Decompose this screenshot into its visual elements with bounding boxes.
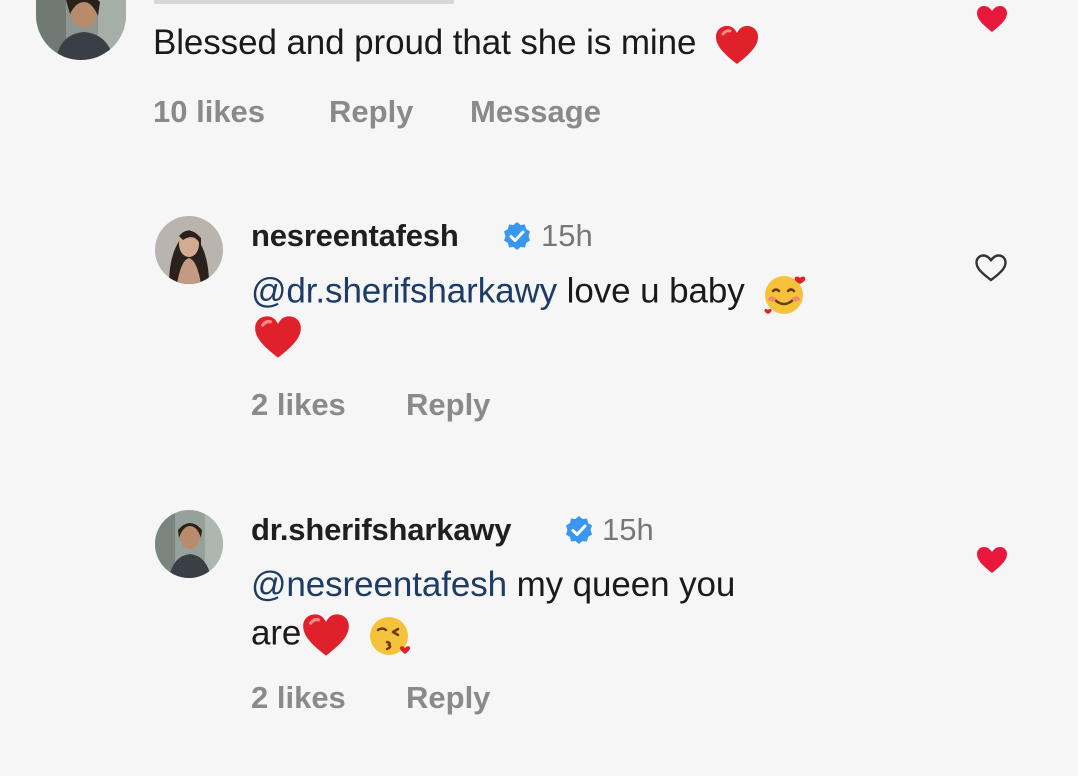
like-button[interactable] [975,4,1009,34]
avatar-photo [155,510,223,578]
likes-count[interactable]: 10 likes [153,94,265,130]
reply-button[interactable]: Reply [406,387,490,423]
heart-outline-icon [975,254,1007,282]
mention-link[interactable]: @nesreentafesh [251,565,507,604]
comment-timestamp: 15h [602,512,654,547]
reply-button[interactable]: Reply [329,94,413,130]
avatar-dr-sherifsharkawy[interactable] [36,0,126,60]
verified-badge-icon [564,515,594,545]
face-blowing-kiss-emoji [367,612,415,658]
red-heart-emoji [253,314,303,360]
comment-text: Blessed and proud that she is mine [153,22,760,66]
avatar-photo [155,216,223,284]
comment-timestamp: 15h [541,218,593,253]
comment-username[interactable]: nesreentafesh [251,218,459,254]
reply-button[interactable]: Reply [406,680,490,716]
heart-filled-icon [977,6,1007,32]
verified-badge-icon [502,221,532,251]
avatar-nesreentafesh[interactable] [155,216,223,284]
avatar-dr-sherifsharkawy[interactable] [155,510,223,578]
heart-filled-icon [977,547,1007,573]
like-button[interactable] [974,253,1008,283]
comment-body-line2: are [251,613,302,653]
smiling-face-with-hearts-emoji [760,270,810,316]
comment-text-line2: are [251,612,415,658]
comment-username[interactable]: dr.sherifsharkawy [251,512,511,548]
likes-count[interactable]: 2 likes [251,680,346,716]
red-heart-emoji [301,612,351,658]
message-button[interactable]: Message [470,94,601,130]
like-button[interactable] [975,545,1009,575]
comment-body: love u baby [557,271,745,311]
comment-text: @dr.sherifsharkawy love u baby [251,270,810,316]
comment-text: @nesreentafesh my queen you [251,564,735,606]
username-cut [154,0,674,4]
comment-text-line2 [253,314,303,360]
avatar-photo [36,0,126,60]
comment-body: my queen you [506,565,736,604]
comment-body: Blessed and proud that she is mine [153,23,697,62]
likes-count[interactable]: 2 likes [251,387,346,423]
red-heart-emoji [714,24,760,66]
mention-link[interactable]: @dr.sherifsharkawy [251,271,557,310]
